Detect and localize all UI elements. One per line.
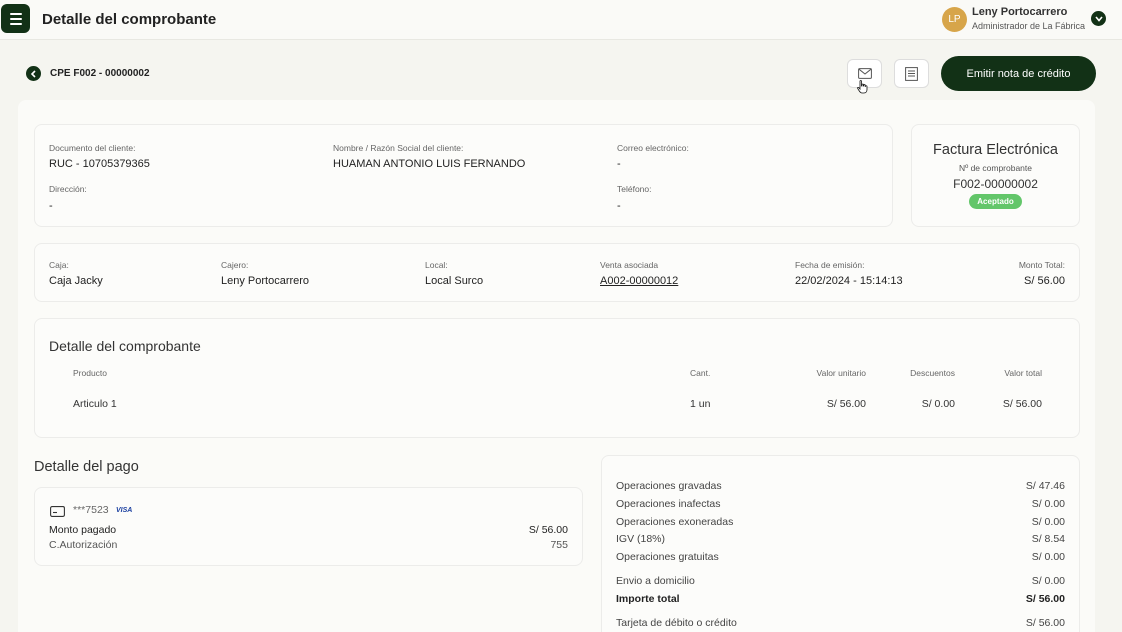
client-phone-label: Teléfono: [617, 184, 652, 194]
card-masked-number: ***7523 [73, 504, 109, 516]
sale-info-card: Caja: Caja Jacky Cajero: Leny Portocarre… [34, 243, 1080, 302]
summary-value: S/ 0.00 [1031, 516, 1065, 528]
col-producto: Producto [73, 368, 108, 378]
user-name: Leny Portocarrero [972, 6, 1068, 18]
summary-value: S/ 56.00 [1025, 617, 1065, 629]
issue-credit-note-button[interactable]: Emitir nota de crédito [941, 56, 1096, 91]
client-address-label: Dirección: [49, 184, 87, 194]
receipt-icon [905, 66, 918, 81]
menu-icon[interactable] [1, 4, 30, 33]
cell-producto: Articulo 1 [73, 398, 117, 410]
summary-label: Operaciones gravadas [616, 480, 722, 492]
auth-value: 755 [550, 539, 568, 551]
paid-label: Monto pagado [49, 524, 117, 536]
mail-icon [857, 68, 872, 79]
col-descuentos: Descuentos [910, 368, 955, 378]
local-label: Local: [425, 260, 448, 270]
print-receipt-button[interactable] [894, 59, 929, 88]
document-id: CPE F002 - 00000002 [50, 68, 150, 79]
local-value: Local Surco [425, 275, 484, 287]
cell-cantidad: 1 un [690, 398, 711, 410]
col-valor-total: Valor total [1004, 368, 1042, 378]
invoice-card: Factura Electrónica Nº de comprobante F0… [911, 124, 1080, 227]
venta-label: Venta asociada [600, 260, 659, 270]
hand-cursor-icon [857, 80, 868, 94]
detail-card: Detalle del comprobante Producto Cant. V… [34, 318, 1080, 438]
summary-value: S/ 8.54 [1031, 533, 1065, 545]
summary-value: S/ 47.46 [1025, 480, 1065, 492]
summary-total-label: Importe total [616, 593, 680, 605]
venta-asociada-link[interactable]: A002-00000012 [600, 275, 678, 287]
col-valor-unitario: Valor unitario [816, 368, 866, 378]
credit-card-icon [50, 506, 65, 517]
page-title: Detalle del comprobante [42, 11, 217, 28]
client-name-label: Nombre / Razón Social del cliente: [333, 143, 464, 153]
client-name-value: HUAMAN ANTONIO LUIS FERNANDO [333, 158, 526, 170]
client-address-value: - [49, 200, 53, 212]
invoice-number: F002-00000002 [953, 177, 1038, 191]
monto-value: S/ 56.00 [1024, 275, 1065, 287]
caja-value: Caja Jacky [49, 275, 103, 287]
invoice-type: Factura Electrónica [933, 142, 1058, 158]
summary-value: S/ 0.00 [1031, 575, 1065, 587]
caja-label: Caja: [49, 260, 69, 270]
col-cantidad: Cant. [690, 368, 711, 378]
summary-label: Operaciones gratuitas [616, 551, 719, 563]
summary-total-value: S/ 56.00 [1025, 593, 1065, 605]
summary-label: Envio a domicilio [616, 575, 695, 587]
invoice-number-label: Nº de comprobante [958, 163, 1033, 173]
auth-label: C.Autorización [49, 539, 118, 551]
client-doc-value: RUC - 10705379365 [49, 158, 150, 170]
client-email-value: - [617, 158, 621, 170]
cell-valor-total: S/ 56.00 [1002, 398, 1042, 410]
summary-value: S/ 0.00 [1031, 551, 1065, 563]
cell-descuentos: S/ 0.00 [921, 398, 955, 410]
back-arrow-icon[interactable] [26, 66, 41, 81]
summary-label: Operaciones inafectas [616, 498, 721, 510]
top-bar: Detalle del comprobante LP Leny Portocar… [0, 0, 1122, 40]
client-email-label: Correo electrónico: [617, 143, 689, 153]
monto-label: Monto Total: [1018, 260, 1065, 270]
avatar[interactable]: LP [942, 7, 967, 32]
summary-label: Tarjeta de débito o crédito [616, 617, 737, 629]
payment-card: ***7523 Monto pagado S/ 56.00 C.Autoriza… [34, 487, 583, 566]
paid-value: S/ 56.00 [528, 524, 568, 536]
cajero-label: Cajero: [221, 260, 249, 270]
summary-value: S/ 0.00 [1031, 498, 1065, 510]
client-card: Documento del cliente: RUC - 10705379365… [34, 124, 893, 227]
chevron-down-icon[interactable] [1091, 11, 1106, 26]
visa-logo: VISA [116, 507, 133, 514]
user-role: Administrador de La Fábrica [972, 21, 1086, 31]
cajero-value: Leny Portocarrero [221, 275, 310, 287]
fecha-value: 22/02/2024 - 15:14:13 [795, 275, 903, 287]
summary-label: IGV (18%) [616, 533, 666, 545]
detail-title: Detalle del comprobante [49, 338, 201, 354]
summary-label: Operaciones exoneradas [616, 516, 734, 528]
client-phone-value: - [617, 200, 621, 212]
fecha-label: Fecha de emisión: [795, 260, 865, 270]
cell-valor-unitario: S/ 56.00 [826, 398, 866, 410]
payment-title: Detalle del pago [34, 459, 139, 475]
status-badge: Aceptado [969, 194, 1022, 209]
client-doc-label: Documento del cliente: [49, 143, 136, 153]
